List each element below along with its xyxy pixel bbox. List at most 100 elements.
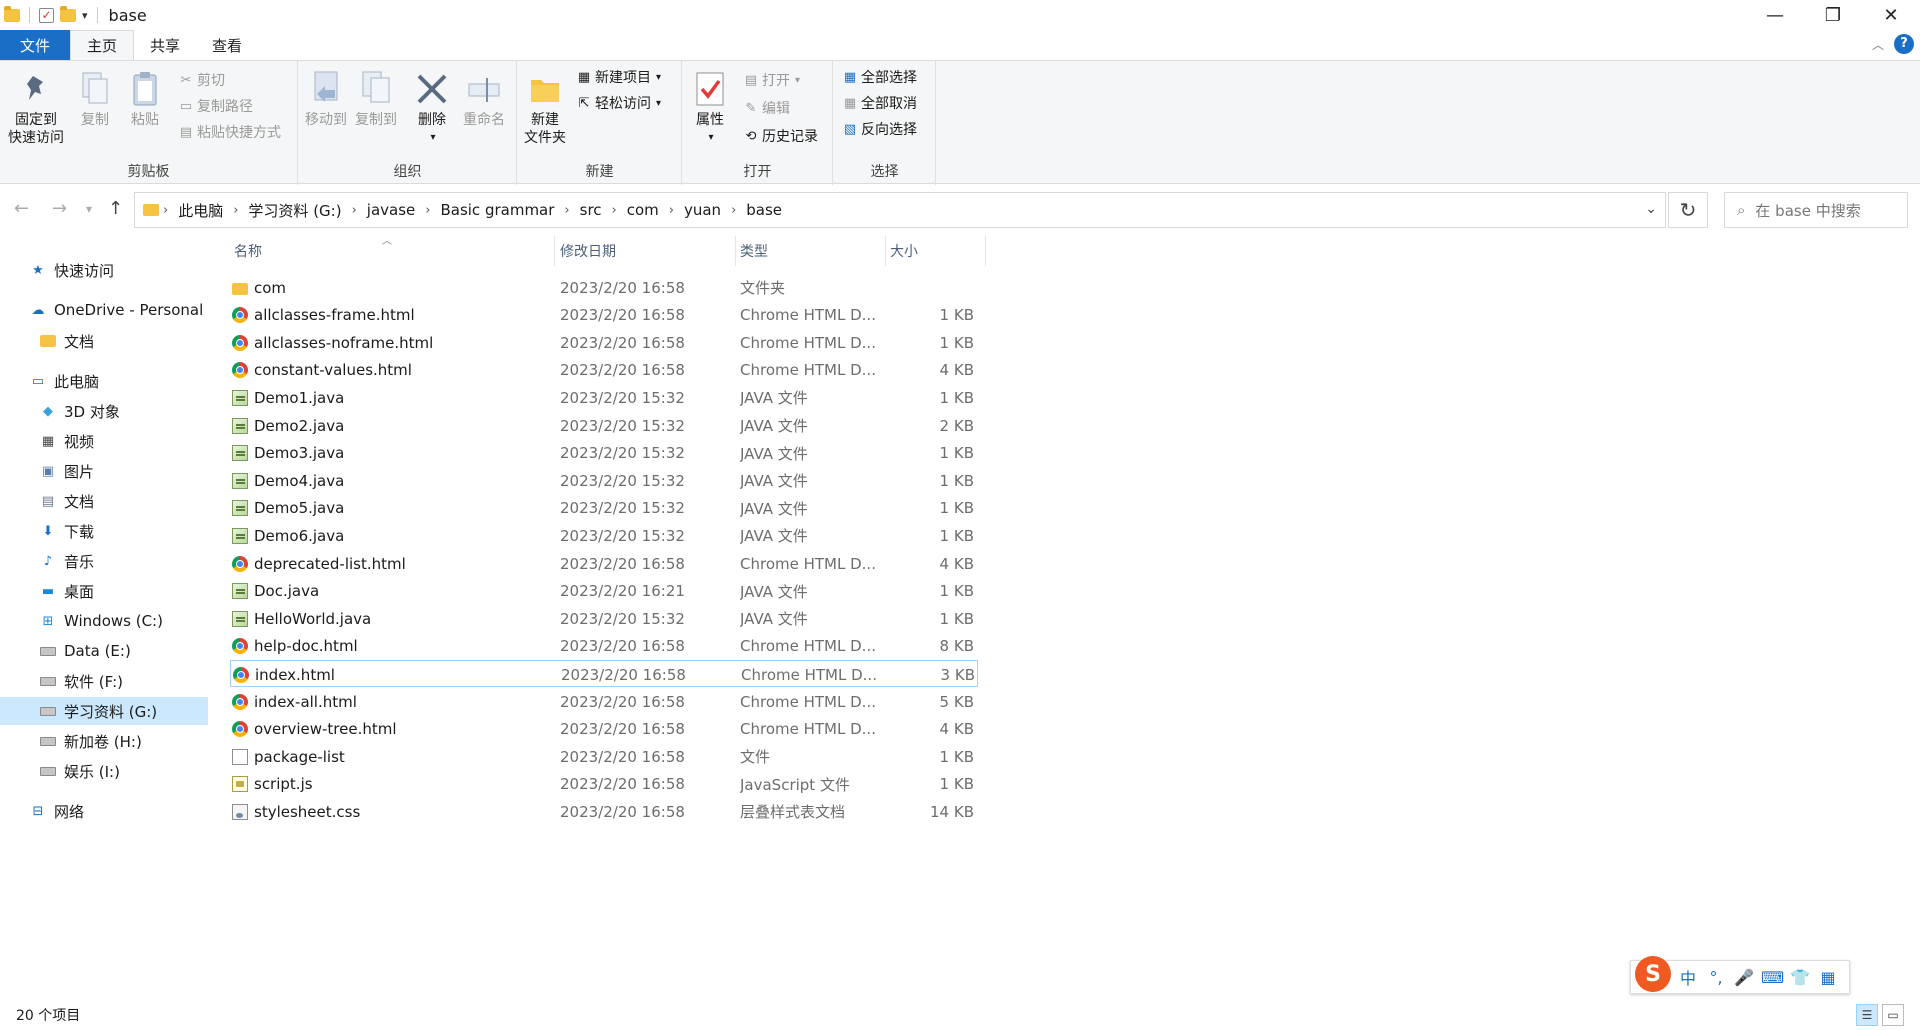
table-row[interactable]: index-all.html 2023/2/20 16:58 Chrome HTML… xyxy=(230,688,978,715)
breadcrumb-separator[interactable]: › xyxy=(159,203,172,218)
address-bar[interactable]: › 此电脑 › 学习资料 (G:) › javase › Basic gramm… xyxy=(134,192,1666,228)
nav-quick-access[interactable]: ★ 快速访问 xyxy=(30,256,114,284)
tab-view[interactable]: 查看 xyxy=(196,30,258,60)
search-input[interactable]: ⌕ 在 base 中搜索 xyxy=(1724,192,1908,228)
ime-language-toggle[interactable]: 中 xyxy=(1677,965,1699,989)
nav-pictures[interactable]: ▣ 图片 xyxy=(40,457,94,485)
invert-selection-button[interactable]: ▧ 反向选择 xyxy=(842,118,917,140)
column-header-size[interactable]: 大小 xyxy=(886,236,986,266)
breadcrumb-separator[interactable]: › xyxy=(229,203,242,218)
breadcrumb-separator[interactable]: › xyxy=(560,203,573,218)
up-arrow-icon[interactable]: ↑ xyxy=(108,198,123,219)
copy-button[interactable]: 复制 xyxy=(78,69,112,129)
history-button[interactable]: ⟲ 历史记录 xyxy=(743,125,818,147)
nav-3d-objects[interactable]: ◆ 3D 对象 xyxy=(40,397,120,425)
table-row[interactable]: allclasses-frame.html 2023/2/20 16:58 Chro… xyxy=(230,302,978,329)
nav-downloads[interactable]: ⬇ 下载 xyxy=(40,517,94,545)
restore-button[interactable]: ❐ xyxy=(1804,0,1862,30)
nav-documents[interactable]: ▤ 文档 xyxy=(40,487,94,515)
table-row[interactable]: deprecated-list.html 2023/2/20 16:58 Chrom… xyxy=(230,550,978,577)
table-row[interactable]: Demo2.java 2023/2/20 15:32 JAVA 文件 2 KB xyxy=(230,412,978,439)
nav-drive-c[interactable]: ⊞ Windows (C:) xyxy=(40,607,163,635)
breadcrumb-drive-g[interactable]: 学习资料 (G:) xyxy=(242,200,347,221)
microphone-icon[interactable]: 🎤 xyxy=(1733,968,1755,987)
collapse-ribbon-chevron-up-icon[interactable]: ︿ xyxy=(1872,36,1884,53)
select-all-button[interactable]: ▦ 全部选择 xyxy=(842,66,917,88)
paste-button[interactable]: 粘贴 xyxy=(128,69,162,129)
new-folder-button[interactable]: 新建 文件夹 xyxy=(524,69,566,147)
breadcrumb-javase[interactable]: javase xyxy=(361,201,421,219)
new-folder-quick-icon[interactable] xyxy=(60,5,76,22)
copy-path-button[interactable]: ▭ 复制路径 xyxy=(178,95,253,117)
table-row[interactable]: package-list 2023/2/20 16:58 文件 1 KB xyxy=(230,743,978,770)
select-none-button[interactable]: ▦ 全部取消 xyxy=(842,92,917,114)
table-row[interactable]: Demo5.java 2023/2/20 15:32 JAVA 文件 1 KB xyxy=(230,495,978,522)
tab-file[interactable]: 文件 xyxy=(0,30,70,60)
delete-button[interactable]: 删除 ▾ xyxy=(415,69,449,147)
breadcrumb-separator[interactable]: › xyxy=(665,203,678,218)
cut-button[interactable]: ✂ 剪切 xyxy=(178,69,225,91)
nav-onedrive[interactable]: ☁ OneDrive - Personal xyxy=(30,296,204,324)
table-row[interactable]: index.html 2023/2/20 16:58 Chrome HTML D..… xyxy=(230,660,978,688)
breadcrumb-yuan[interactable]: yuan xyxy=(678,201,727,219)
table-row[interactable]: constant-values.html 2023/2/20 16:58 Chrom… xyxy=(230,357,978,384)
nav-onedrive-documents[interactable]: 文档 xyxy=(40,327,94,355)
nav-drive-i[interactable]: 娱乐 (I:) xyxy=(40,757,120,785)
edit-button[interactable]: ✎ 编辑 xyxy=(743,97,790,119)
new-item-button[interactable]: ▦ 新建项目 ▾ xyxy=(576,66,661,88)
skin-shirt-icon[interactable]: 👕 xyxy=(1789,968,1811,987)
nav-desktop[interactable]: ▬ 桌面 xyxy=(40,577,94,605)
copy-to-button[interactable]: 复制到 xyxy=(355,69,397,129)
breadcrumb-separator[interactable]: › xyxy=(608,203,621,218)
breadcrumb-basic-grammar[interactable]: Basic grammar xyxy=(434,201,560,219)
column-header-name[interactable]: 名称 xyxy=(230,236,555,266)
tab-share[interactable]: 共享 xyxy=(134,30,196,60)
minimize-button[interactable]: — xyxy=(1746,0,1804,30)
ime-punctuation-toggle[interactable]: °, xyxy=(1705,968,1727,987)
breadcrumb-com[interactable]: com xyxy=(621,201,665,219)
breadcrumb-separator[interactable]: › xyxy=(348,203,361,218)
table-row[interactable]: overview-tree.html 2023/2/20 16:58 Chrome … xyxy=(230,716,978,743)
details-view-button[interactable]: ☰ xyxy=(1856,1004,1878,1026)
nav-videos[interactable]: ▦ 视频 xyxy=(40,427,94,455)
table-row[interactable]: Doc.java 2023/2/20 16:21 JAVA 文件 1 KB xyxy=(230,578,978,605)
properties-chevron-down-icon[interactable]: ▾ xyxy=(708,129,713,147)
address-history-chevron-down-icon[interactable]: ⌄ xyxy=(1645,201,1657,217)
large-icons-view-button[interactable]: ▭ xyxy=(1882,1004,1904,1026)
paste-shortcut-button[interactable]: ▤ 粘贴快捷方式 xyxy=(178,121,281,143)
table-row[interactable]: Demo6.java 2023/2/20 15:32 JAVA 文件 1 KB xyxy=(230,522,978,549)
nav-network[interactable]: ⊟ 网络 xyxy=(30,797,84,825)
breadcrumb-separator[interactable]: › xyxy=(727,203,740,218)
refresh-button[interactable]: ↻ xyxy=(1668,192,1708,228)
keyboard-icon[interactable]: ⌨ xyxy=(1761,968,1784,987)
nav-drive-f[interactable]: 软件 (F:) xyxy=(40,667,123,695)
open-button[interactable]: ▤ 打开 ▾ xyxy=(743,69,800,91)
forward-arrow-icon[interactable]: → xyxy=(52,198,67,219)
properties-quick-icon[interactable]: ✓ xyxy=(39,7,54,23)
customize-toolbar-chevron-icon[interactable]: ▾ xyxy=(82,9,88,22)
table-row[interactable]: Demo1.java 2023/2/20 15:32 JAVA 文件 1 KB xyxy=(230,384,978,411)
sogou-logo-icon[interactable]: S xyxy=(1635,956,1671,992)
breadcrumb-this-pc[interactable]: 此电脑 xyxy=(172,200,229,221)
table-row[interactable]: stylesheet.css 2023/2/20 16:58 层叠样式表文档 14 K… xyxy=(230,798,978,825)
table-row[interactable]: script.js 2023/2/20 16:58 JavaScript 文件 1 K… xyxy=(230,771,978,798)
pin-quick-access-button[interactable]: 固定到 快速访问 xyxy=(8,69,64,147)
properties-button[interactable]: 属性 ▾ xyxy=(693,69,727,147)
nav-this-pc[interactable]: ▭ 此电脑 xyxy=(30,367,99,395)
back-arrow-icon[interactable]: ← xyxy=(14,198,29,219)
move-to-button[interactable]: 移动到 xyxy=(305,69,347,129)
table-row[interactable]: help-doc.html 2023/2/20 16:58 Chrome HTML … xyxy=(230,633,978,660)
nav-drive-g[interactable]: 学习资料 (G:) xyxy=(0,697,208,725)
breadcrumb-separator[interactable]: › xyxy=(421,203,434,218)
column-header-type[interactable]: 类型 xyxy=(736,236,886,266)
table-row[interactable]: allclasses-noframe.html 2023/2/20 16:58 Ch… xyxy=(230,329,978,356)
toolbox-grid-icon[interactable]: ▦ xyxy=(1817,968,1839,987)
rename-button[interactable]: 重命名 xyxy=(463,69,505,129)
breadcrumb-base[interactable]: base xyxy=(740,201,788,219)
easy-access-button[interactable]: ⇱ 轻松访问 ▾ xyxy=(576,92,661,114)
nav-music[interactable]: ♪ 音乐 xyxy=(40,547,94,575)
breadcrumb-src[interactable]: src xyxy=(574,201,608,219)
nav-drive-e[interactable]: Data (E:) xyxy=(40,637,131,665)
table-row[interactable]: Demo4.java 2023/2/20 15:32 JAVA 文件 1 KB xyxy=(230,467,978,494)
table-row[interactable]: HelloWorld.java 2023/2/20 15:32 JAVA 文件 1 K… xyxy=(230,605,978,632)
